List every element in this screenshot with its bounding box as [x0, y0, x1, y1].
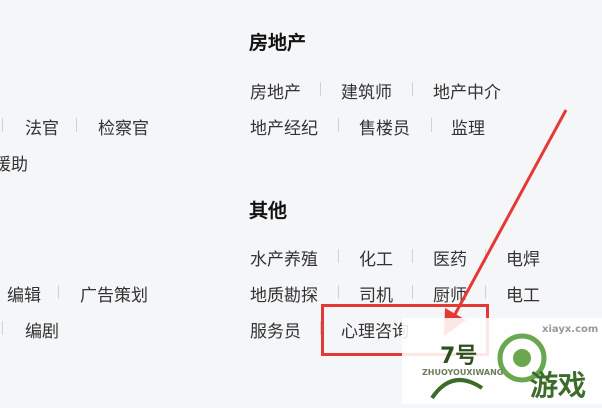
watermark-logo: 7号 xiayx.com ZHUOYOUXIWANG 游戏: [402, 318, 602, 404]
watermark-sub: ZHUOYOUXIWANG: [422, 368, 504, 377]
watermark-num: 7号: [440, 344, 478, 369]
watermark-url: xiayx.com: [542, 324, 599, 335]
watermark-brand: 游戏: [530, 369, 587, 402]
